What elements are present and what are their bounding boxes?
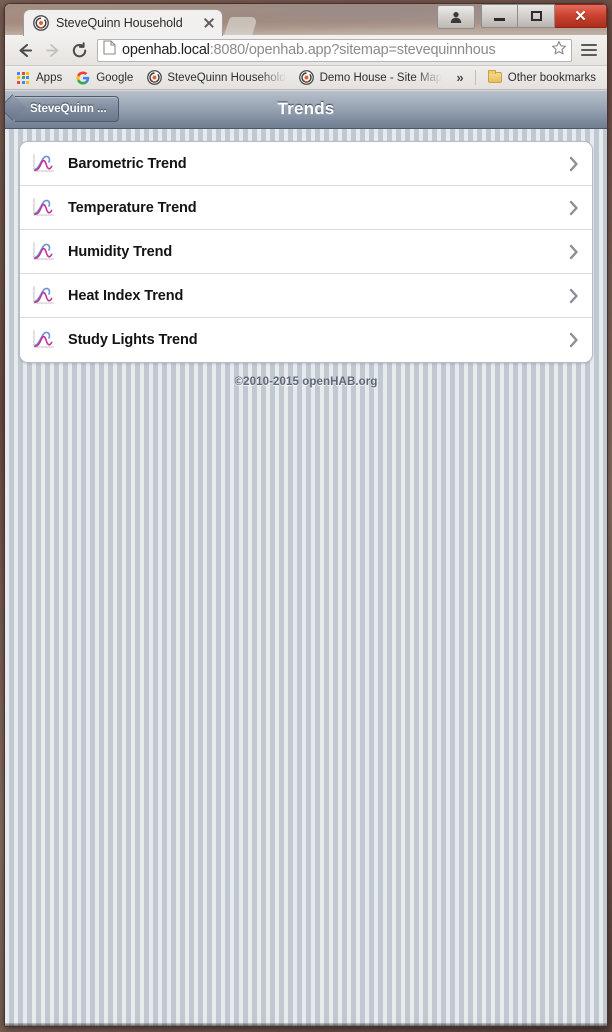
list-item-label: Study Lights Trend — [68, 332, 198, 348]
bookmark-item-google[interactable]: Google — [69, 68, 139, 88]
list-item-label: Humidity Trend — [68, 243, 173, 260]
back-button[interactable] — [12, 37, 39, 64]
list-item-label: Temperature Trend — [68, 199, 197, 216]
bookmarks-bar: Apps Google SteveQuinn Household Demo Ho… — [5, 66, 607, 90]
app-content: Barometric Trend Temperature Trend Humid… — [5, 129, 607, 388]
chevron-right-icon — [568, 243, 580, 261]
page-viewport: SteveQuinn ... Trends Barometric Trend T… — [5, 90, 607, 1026]
other-bookmarks-label: Other bookmarks — [507, 71, 596, 84]
chevron-right-icon — [568, 287, 580, 305]
chart-thumbnail-icon — [30, 195, 56, 220]
openhab-logo-icon — [299, 70, 315, 86]
close-button[interactable]: ✕ — [555, 4, 607, 28]
bookmarks-separator — [474, 70, 476, 85]
bookmark-item-demo-house[interactable]: Demo House - Site Map — [293, 68, 449, 88]
browser-tab[interactable]: SteveQuinn Household — [23, 9, 223, 36]
close-icon[interactable] — [202, 16, 216, 30]
chart-thumbnail-icon — [30, 239, 56, 264]
trend-list: Barometric Trend Temperature Trend Humid… — [19, 141, 593, 363]
close-icon: ✕ — [574, 7, 587, 25]
bookmark-label: Demo House - Site Map — [319, 71, 443, 84]
apps-label: Apps — [36, 71, 63, 84]
page-document-icon — [103, 40, 116, 60]
browser-titlebar: SteveQuinn Household ✕ — [5, 4, 607, 36]
bookmark-star-icon[interactable] — [551, 40, 567, 61]
new-tab-button[interactable] — [224, 17, 258, 35]
hamburger-menu-icon[interactable] — [578, 38, 600, 62]
minimize-icon — [494, 18, 505, 21]
list-item-label: Barometric Trend — [68, 155, 187, 172]
app-footer: ©2010-2015 openHAB.org — [234, 376, 378, 388]
browser-window: SteveQuinn Household ✕ openhab.local:808… — [4, 3, 608, 1027]
list-item-label: Heat Index Trend — [68, 287, 184, 304]
chevron-right-icon — [568, 331, 580, 349]
desktop-backdrop: SteveQuinn Household ✕ openhab.local:808… — [0, 0, 612, 1032]
maximize-button[interactable] — [518, 4, 555, 28]
folder-icon — [487, 70, 503, 86]
chart-thumbnail-icon — [30, 283, 56, 308]
forward-button[interactable] — [39, 37, 66, 64]
app-header: SteveQuinn ... Trends — [5, 90, 607, 129]
window-bottom-edge — [5, 1023, 607, 1026]
apps-grid-icon — [15, 70, 31, 86]
app-back-label: SteveQuinn ... — [30, 103, 107, 115]
chart-thumbnail-icon — [30, 151, 56, 176]
openhab-logo-icon — [146, 70, 162, 86]
chart-thumbnail-icon — [30, 328, 56, 352]
chevron-right-icon — [568, 155, 580, 173]
bookmark-label: Google — [96, 71, 134, 84]
reload-button[interactable] — [66, 37, 93, 64]
google-g-icon — [75, 70, 91, 86]
openhab-logo-icon — [33, 15, 49, 31]
app-back-button[interactable]: SteveQuinn ... — [15, 96, 119, 122]
apps-shortcut[interactable]: Apps — [9, 68, 68, 88]
bookmark-label: SteveQuinn Household — [167, 71, 286, 84]
url-text: openhab.local:8080/openhab.app?sitemap=s… — [122, 42, 549, 58]
list-item[interactable]: Humidity Trend — [20, 230, 592, 274]
window-controls: ✕ — [437, 4, 607, 29]
user-avatar-icon[interactable] — [437, 5, 475, 29]
address-bar[interactable]: openhab.local:8080/openhab.app?sitemap=s… — [97, 38, 572, 62]
other-bookmarks-folder[interactable]: Other bookmarks — [481, 68, 602, 88]
chevron-right-icon — [568, 199, 580, 217]
list-item[interactable]: Temperature Trend — [20, 186, 592, 230]
minimize-button[interactable] — [481, 4, 518, 28]
url-path: :8080/openhab.app?sitemap=stevequinnhous — [209, 42, 496, 58]
browser-toolbar: openhab.local:8080/openhab.app?sitemap=s… — [5, 35, 607, 66]
list-item[interactable]: Heat Index Trend — [20, 274, 592, 318]
list-item[interactable]: Study Lights Trend — [20, 318, 592, 362]
bookmark-item-stevequinn-household[interactable]: SteveQuinn Household — [140, 68, 291, 88]
tab-title: SteveQuinn Household — [56, 16, 183, 30]
list-item[interactable]: Barometric Trend — [20, 142, 592, 186]
maximize-icon — [530, 11, 542, 21]
url-host: openhab.local — [122, 42, 210, 58]
bookmarks-overflow-button[interactable]: » — [449, 68, 470, 87]
